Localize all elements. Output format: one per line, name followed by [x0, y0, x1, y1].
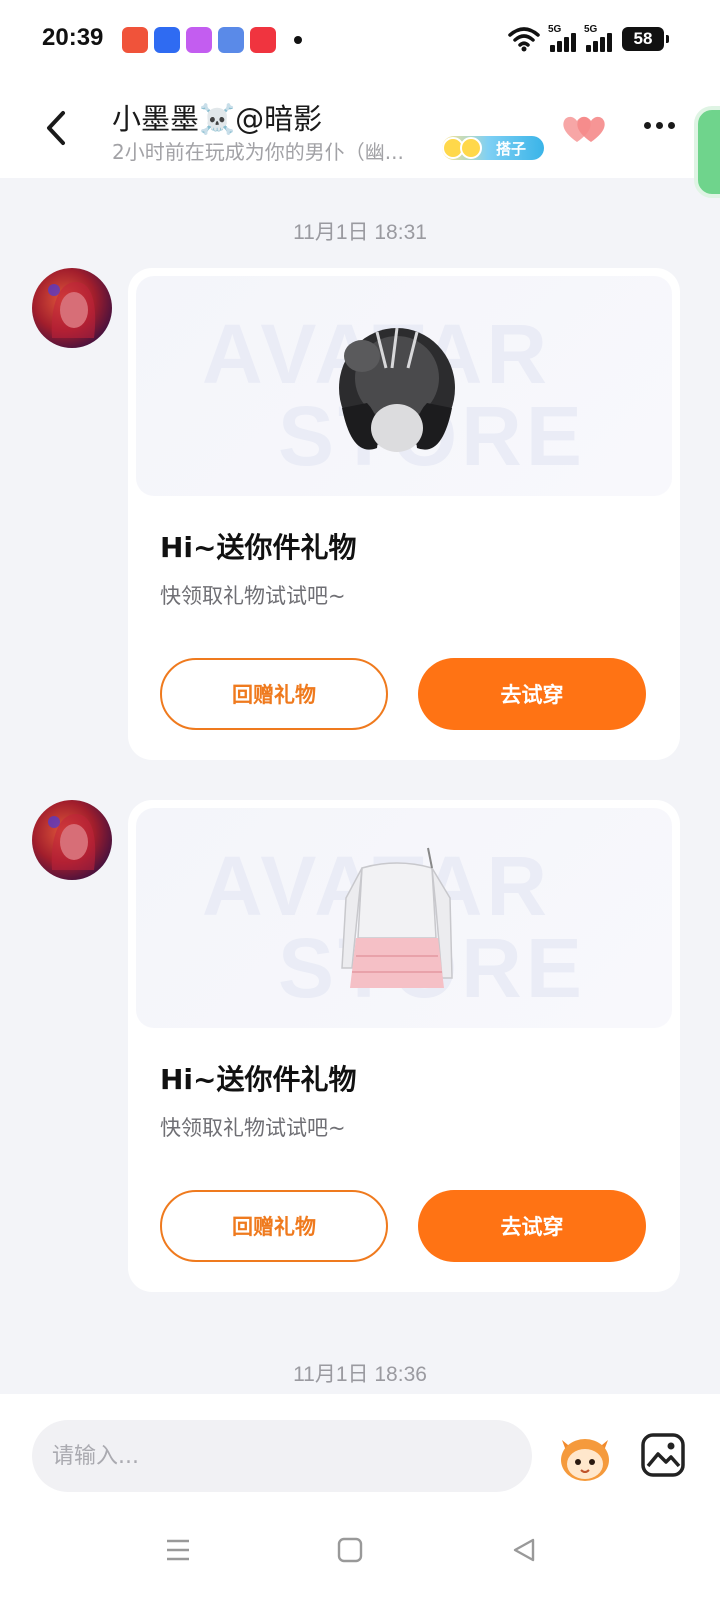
chat-header: 小墨墨☠️@暗影 2小时前在玩成为你的男仆（幽... 搭子 — [0, 84, 720, 178]
back-button[interactable] — [36, 104, 76, 152]
status-bar: 20:39 5G 5G 58 — [0, 0, 720, 84]
try-on-button[interactable]: 去试穿 — [418, 658, 646, 730]
chevron-left-icon — [47, 111, 65, 145]
gift-item-preview: AVATAR STORE — [136, 808, 672, 1028]
floating-chat-tab[interactable] — [694, 106, 720, 198]
signal-icon: 5G — [548, 24, 576, 52]
battery-icon: 58 — [622, 27, 669, 51]
more-notifications-dot-icon — [294, 36, 302, 44]
menu-lines-icon — [167, 1539, 189, 1561]
badge-label: 搭子 — [496, 139, 527, 158]
back-nav-button[interactable] — [504, 1530, 544, 1570]
gift-description: 快领取礼物试试吧~ — [160, 584, 346, 608]
gift-title: Hi~送你件礼物 — [160, 531, 357, 564]
app-icon-3 — [186, 27, 212, 53]
home-square-icon — [337, 1537, 363, 1563]
intimacy-heart-icon[interactable] — [560, 112, 610, 146]
sticker-mascot-icon[interactable] — [554, 1426, 616, 1484]
avatar-portrait-icon — [48, 814, 96, 870]
dress-item-icon — [341, 847, 453, 988]
chat-activity-status: 2小时前在玩成为你的男仆（幽... — [112, 140, 404, 164]
more-options-button[interactable] — [644, 122, 675, 129]
image-picker-icon[interactable] — [640, 1432, 686, 1478]
app-icon-5 — [250, 27, 276, 53]
status-clock: 20:39 — [42, 24, 104, 51]
home-button[interactable] — [330, 1530, 370, 1570]
dot-icon — [656, 122, 663, 129]
avatar-portrait-icon — [48, 282, 96, 338]
message-timestamp: 11月1日 18:36 — [293, 1363, 427, 1386]
gift-description: 快领取礼物试试吧~ — [160, 1116, 346, 1140]
wifi-icon — [508, 27, 540, 52]
gift-item-preview: AVATAR STORE — [136, 276, 672, 496]
triangle-back-icon — [513, 1538, 535, 1562]
return-gift-button[interactable]: 回赠礼物 — [160, 1190, 388, 1262]
network-type-label-2: 5G — [584, 24, 598, 35]
gift-card[interactable]: AVATAR STORE Hi~送你件礼物 快领取礼物试试吧~ 回赠礼物 去试穿 — [128, 268, 680, 760]
status-indicators: 5G 5G 58 — [508, 24, 669, 52]
recent-apps-button[interactable] — [158, 1530, 198, 1570]
relationship-badge[interactable]: 搭子 — [442, 136, 544, 160]
hair-item-icon — [339, 327, 455, 452]
dot-icon — [644, 122, 651, 129]
signal-icon-2: 5G — [584, 24, 612, 52]
system-navigation-bar — [0, 1500, 720, 1604]
battery-level: 58 — [633, 29, 653, 48]
notification-app-icons — [122, 27, 302, 53]
gift-title: Hi~送你件礼物 — [160, 1063, 357, 1096]
try-on-button[interactable]: 去试穿 — [418, 1190, 646, 1262]
dot-icon — [668, 122, 675, 129]
gift-card[interactable]: AVATAR STORE Hi~送你件礼物 快领取礼物试试吧~ 回赠礼物 去试穿 — [128, 800, 680, 1292]
app-icon-1 — [122, 27, 148, 53]
badge-emoji-icon — [442, 136, 488, 160]
message-input[interactable] — [32, 1420, 532, 1492]
sender-avatar[interactable] — [32, 800, 112, 880]
chat-title[interactable]: 小墨墨☠️@暗影 — [112, 96, 322, 138]
return-gift-button[interactable]: 回赠礼物 — [160, 658, 388, 730]
app-icon-4 — [218, 27, 244, 53]
sender-avatar[interactable] — [32, 268, 112, 348]
message-timestamp: 11月1日 18:31 — [293, 221, 427, 244]
network-type-label: 5G — [548, 24, 562, 35]
app-icon-2 — [154, 27, 180, 53]
